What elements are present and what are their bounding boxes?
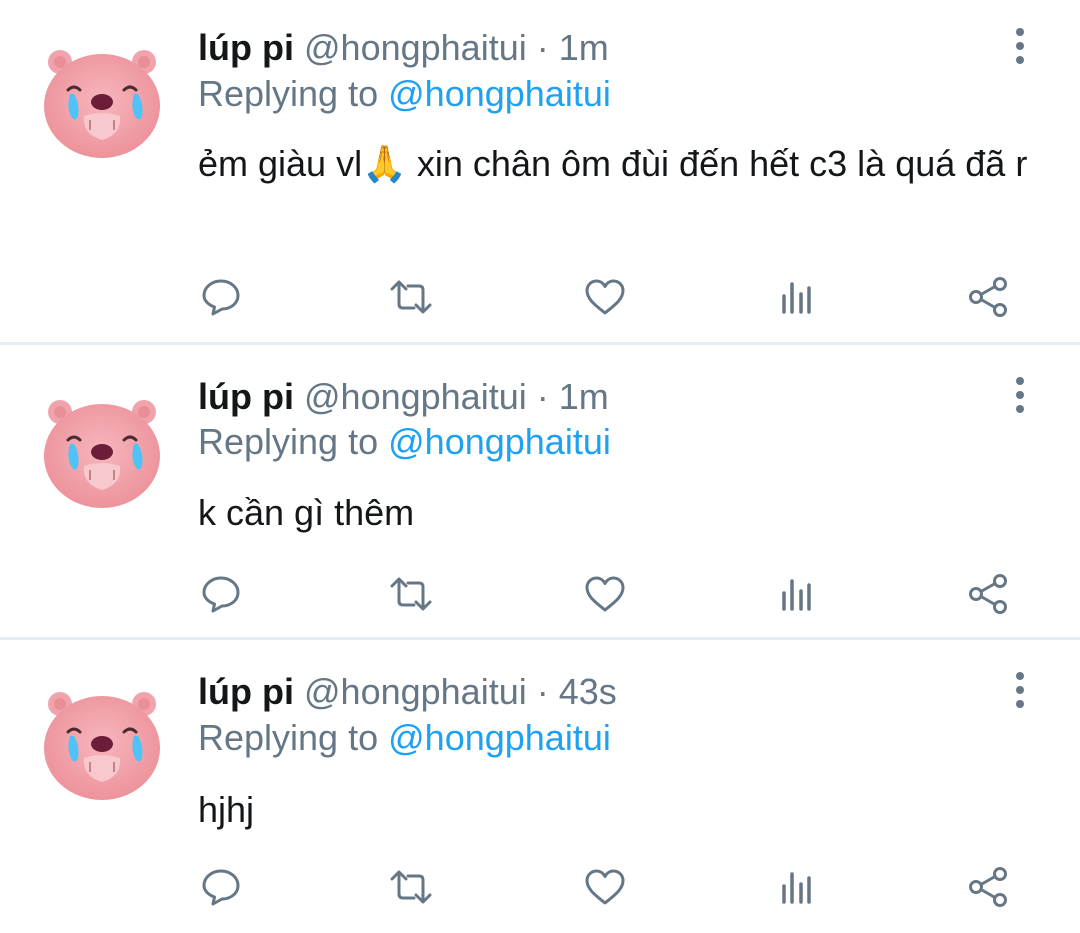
tweet-text: hjhj — [198, 789, 255, 830]
analytics-button[interactable] — [774, 864, 820, 910]
display-name[interactable]: lúp pi — [198, 671, 294, 712]
tweet[interactable]: lúp pi @hongphaitui · 43s Replying to @h… — [0, 640, 1080, 933]
mention-link[interactable]: @hongphaitui — [388, 73, 611, 114]
retweet-button[interactable] — [388, 274, 434, 320]
replying-to: Replying to @hongphaitui — [198, 420, 611, 464]
tweet-header: lúp pi @hongphaitui · 43s — [198, 670, 617, 714]
reply-icon — [198, 864, 244, 910]
avatar[interactable] — [42, 682, 162, 802]
separator-dot: · — [536, 27, 549, 68]
tweet[interactable]: lúp pi @hongphaitui · 1m Replying to @ho… — [0, 345, 1080, 637]
timestamp[interactable]: 43s — [559, 671, 617, 712]
reply-button[interactable] — [198, 571, 244, 617]
reply-icon — [198, 274, 244, 320]
separator-dot: · — [536, 376, 549, 417]
timestamp[interactable]: 1m — [559, 376, 609, 417]
reply-button[interactable] — [198, 864, 244, 910]
reply-icon — [198, 571, 244, 617]
share-button[interactable] — [966, 274, 1012, 320]
bear-avatar-icon — [42, 390, 162, 510]
tweet-text: ẻm giàu vl🙏 xin chân ôm đùi đến hết c3 l… — [198, 143, 1028, 184]
tweet-text: k cần gì thêm — [198, 492, 415, 533]
separator-dot: · — [536, 671, 549, 712]
replying-to-label: Replying to — [198, 421, 379, 462]
more-vertical-icon — [1006, 26, 1034, 66]
like-button[interactable] — [582, 274, 628, 320]
tweet[interactable]: lúp pi @hongphaitui · 1m Replying to @ho… — [0, 0, 1080, 342]
bear-avatar-icon — [42, 682, 162, 802]
more-vertical-icon — [1006, 375, 1034, 415]
tweet-header: lúp pi @hongphaitui · 1m — [198, 375, 609, 419]
heart-icon — [582, 274, 628, 320]
replying-to: Replying to @hongphaitui — [198, 72, 611, 116]
retweet-icon — [388, 571, 434, 617]
replying-to: Replying to @hongphaitui — [198, 716, 611, 760]
retweet-icon — [388, 274, 434, 320]
analytics-button[interactable] — [774, 274, 820, 320]
retweet-icon — [388, 864, 434, 910]
replying-to-label: Replying to — [198, 73, 379, 114]
display-name[interactable]: lúp pi — [198, 27, 294, 68]
display-name[interactable]: lúp pi — [198, 376, 294, 417]
retweet-button[interactable] — [388, 571, 434, 617]
avatar[interactable] — [42, 40, 162, 160]
more-vertical-icon — [1006, 670, 1034, 710]
mention-link[interactable]: @hongphaitui — [388, 717, 611, 758]
reply-button[interactable] — [198, 274, 244, 320]
retweet-button[interactable] — [388, 864, 434, 910]
avatar[interactable] — [42, 390, 162, 510]
share-icon — [966, 864, 1012, 910]
share-button[interactable] — [966, 864, 1012, 910]
user-handle[interactable]: @hongphaitui — [304, 27, 527, 68]
more-options-button[interactable] — [1006, 26, 1034, 66]
heart-icon — [582, 864, 628, 910]
timestamp[interactable]: 1m — [559, 27, 609, 68]
analytics-icon — [774, 274, 820, 320]
heart-icon — [582, 571, 628, 617]
mention-link[interactable]: @hongphaitui — [388, 421, 611, 462]
share-icon — [966, 274, 1012, 320]
tweet-actions — [0, 571, 1080, 617]
tweet-actions — [0, 274, 1080, 320]
tweet-actions — [0, 864, 1080, 910]
replying-to-label: Replying to — [198, 717, 379, 758]
analytics-icon — [774, 571, 820, 617]
analytics-button[interactable] — [774, 571, 820, 617]
user-handle[interactable]: @hongphaitui — [304, 376, 527, 417]
tweet-header: lúp pi @hongphaitui · 1m — [198, 26, 609, 70]
analytics-icon — [774, 864, 820, 910]
bear-avatar-icon — [42, 40, 162, 160]
more-options-button[interactable] — [1006, 670, 1034, 710]
share-button[interactable] — [966, 571, 1012, 617]
share-icon — [966, 571, 1012, 617]
like-button[interactable] — [582, 571, 628, 617]
user-handle[interactable]: @hongphaitui — [304, 671, 527, 712]
like-button[interactable] — [582, 864, 628, 910]
more-options-button[interactable] — [1006, 375, 1034, 415]
